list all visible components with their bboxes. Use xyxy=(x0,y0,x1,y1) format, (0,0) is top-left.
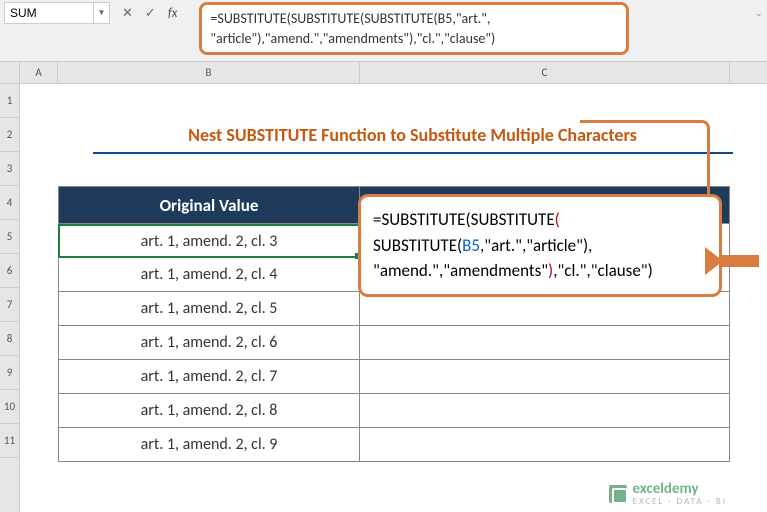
cell-b6[interactable]: art. 1, amend. 2, cl. 4 xyxy=(58,258,360,292)
formula-bar-controls: ✕ ✓ fx xyxy=(110,2,189,24)
chevron-down-icon: ▼ xyxy=(98,8,106,18)
cell-c9[interactable] xyxy=(360,360,730,394)
name-box[interactable] xyxy=(4,2,94,24)
cell-c11[interactable] xyxy=(360,428,730,462)
formula-callout: =SUBSTITUTE(SUBSTITUTE( SUBSTITUTE(B5,"a… xyxy=(358,194,722,297)
header-original[interactable]: Original Value xyxy=(58,186,360,224)
select-all-corner[interactable] xyxy=(0,62,19,84)
cancel-icon[interactable]: ✕ xyxy=(122,6,133,21)
name-box-dropdown[interactable]: ▼ xyxy=(94,2,110,24)
fx-icon[interactable]: fx xyxy=(168,6,178,21)
cell-b8[interactable]: art. 1, amend. 2, cl. 6 xyxy=(58,326,360,360)
col-header[interactable]: C xyxy=(360,62,730,83)
table-row: art. 1, amend. 2, cl. 6 xyxy=(58,326,730,360)
table-row: art. 1, amend. 2, cl. 5 xyxy=(58,292,730,326)
confirm-icon[interactable]: ✓ xyxy=(145,6,156,21)
cell-b11[interactable]: art. 1, amend. 2, cl. 9 xyxy=(58,428,360,462)
row-header[interactable]: 4 xyxy=(0,186,19,220)
col-header[interactable]: A xyxy=(20,62,58,83)
formula-text: =SUBSTITUTE(SUBSTITUTE( SUBSTITUTE(B5,"a… xyxy=(373,209,653,281)
brand-name: exceldemy xyxy=(633,482,727,497)
watermark: exceldemy EXCEL · DATA · BI xyxy=(609,482,727,506)
table-row: art. 1, amend. 2, cl. 8 xyxy=(58,394,730,428)
row-header[interactable]: 7 xyxy=(0,288,19,322)
formula-input-wrap: =SUBSTITUTE(SUBSTITUTE(SUBSTITUTE(B5,"ar… xyxy=(189,2,763,55)
formula-bar: ▼ ✕ ✓ fx =SUBSTITUTE(SUBSTITUTE(SUBSTITU… xyxy=(0,0,767,62)
callout-arrow-icon xyxy=(719,245,767,277)
cell-b7[interactable]: art. 1, amend. 2, cl. 5 xyxy=(58,292,360,326)
name-box-wrap: ▼ xyxy=(4,2,110,24)
table-row: art. 1, amend. 2, cl. 7 xyxy=(58,360,730,394)
row-headers: 1 2 3 4 5 6 7 8 9 10 11 xyxy=(0,62,20,512)
cell-c8[interactable] xyxy=(360,326,730,360)
col-headers: A B C xyxy=(20,62,767,84)
row-1[interactable] xyxy=(58,84,767,118)
formula-input[interactable]: =SUBSTITUTE(SUBSTITUTE(SUBSTITUTE(B5,"ar… xyxy=(199,2,629,55)
cell-b5[interactable]: art. 1, amend. 2, cl. 3 xyxy=(58,224,360,258)
row-header[interactable]: 5 xyxy=(0,220,19,254)
table-row: art. 1, amend. 2, cl. 9 xyxy=(58,428,730,462)
brand-logo-icon xyxy=(609,485,627,503)
cell-b9[interactable]: art. 1, amend. 2, cl. 7 xyxy=(58,360,360,394)
row-header[interactable]: 8 xyxy=(0,322,19,356)
row-header[interactable]: 2 xyxy=(0,118,19,152)
row-header[interactable]: 11 xyxy=(0,424,19,458)
row-header[interactable]: 9 xyxy=(0,356,19,390)
formula-bar-expand-icon[interactable]: ⌄ xyxy=(755,6,763,19)
cell-b10[interactable]: art. 1, amend. 2, cl. 8 xyxy=(58,394,360,428)
row-header[interactable]: 6 xyxy=(0,254,19,288)
cell-c10[interactable] xyxy=(360,394,730,428)
row-header[interactable]: 3 xyxy=(0,152,19,186)
cell-value: art. 1, amend. 2, cl. 3 xyxy=(141,232,278,251)
brand-tagline: EXCEL · DATA · BI xyxy=(633,497,727,506)
cell-c7[interactable] xyxy=(360,292,730,326)
row-header[interactable]: 10 xyxy=(0,390,19,424)
grid-area: 1 2 3 4 5 6 7 8 9 10 11 A B C Nest SUBST… xyxy=(0,62,767,512)
grid-body: A B C Nest SUBSTITUTE Function to Substi… xyxy=(20,62,767,512)
col-header[interactable]: B xyxy=(58,62,360,83)
row-header[interactable]: 1 xyxy=(0,84,19,118)
